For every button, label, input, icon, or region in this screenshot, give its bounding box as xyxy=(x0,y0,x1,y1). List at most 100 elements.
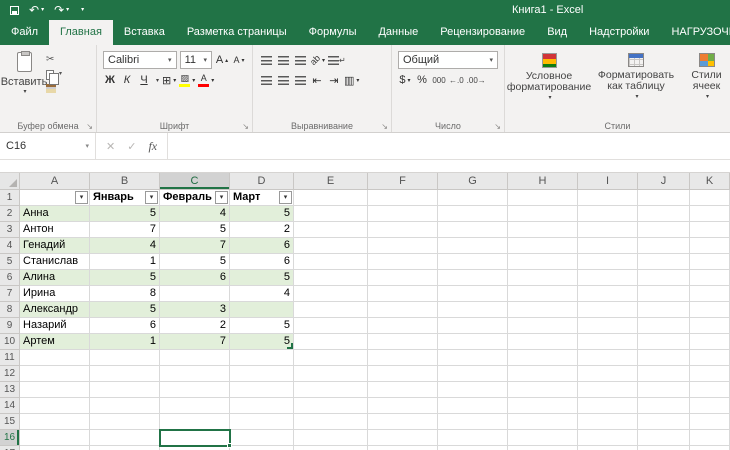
cell-E5[interactable] xyxy=(294,254,368,270)
cell-B15[interactable] xyxy=(90,414,160,430)
cell-C13[interactable] xyxy=(160,382,230,398)
cell-F5[interactable] xyxy=(368,254,438,270)
cell-C11[interactable] xyxy=(160,350,230,366)
cell-G12[interactable] xyxy=(438,366,508,382)
cell-F2[interactable] xyxy=(368,206,438,222)
cell-F10[interactable] xyxy=(368,334,438,350)
column-header-G[interactable]: G xyxy=(438,173,508,190)
tab-data[interactable]: Данные xyxy=(367,20,429,45)
format-as-table-button[interactable]: Форматировать как таблицу ▾ xyxy=(591,48,681,118)
cell-K7[interactable] xyxy=(690,286,730,302)
column-header-D[interactable]: D xyxy=(230,173,294,190)
decrease-decimal-icon[interactable]: .00→ xyxy=(467,72,486,89)
cell-C2[interactable]: 4 xyxy=(160,206,230,222)
decrease-indent-icon[interactable]: ⇤ xyxy=(310,72,324,89)
cell-J17[interactable] xyxy=(638,446,690,450)
filter-icon[interactable]: ▾ xyxy=(75,191,88,204)
column-header-I[interactable]: I xyxy=(578,173,638,190)
cell-D12[interactable] xyxy=(230,366,294,382)
number-dialog-launcher-icon[interactable]: ↘ xyxy=(494,122,501,131)
filter-icon[interactable]: ▾ xyxy=(215,191,228,204)
cell-A12[interactable] xyxy=(20,366,90,382)
save-icon[interactable] xyxy=(5,6,24,15)
cell-J4[interactable] xyxy=(638,238,690,254)
cell-J11[interactable] xyxy=(638,350,690,366)
cell-K3[interactable] xyxy=(690,222,730,238)
column-header-J[interactable]: J xyxy=(638,173,690,190)
cell-B17[interactable] xyxy=(90,446,160,450)
cell-A9[interactable]: Назарий xyxy=(20,318,90,334)
cell-J3[interactable] xyxy=(638,222,690,238)
column-header-C[interactable]: C xyxy=(160,173,230,190)
font-color-icon[interactable]: А▾ xyxy=(198,72,214,89)
cell-G2[interactable] xyxy=(438,206,508,222)
cell-G7[interactable] xyxy=(438,286,508,302)
cell-G17[interactable] xyxy=(438,446,508,450)
cell-D6[interactable]: 5 xyxy=(230,270,294,286)
cell-E15[interactable] xyxy=(294,414,368,430)
cell-F15[interactable] xyxy=(368,414,438,430)
cell-A8[interactable]: Александр xyxy=(20,302,90,318)
font-dialog-launcher-icon[interactable]: ↘ xyxy=(242,122,249,131)
cell-F17[interactable] xyxy=(368,446,438,450)
align-center-icon[interactable] xyxy=(276,72,290,89)
cancel-icon[interactable]: ✕ xyxy=(106,140,115,153)
cell-F11[interactable] xyxy=(368,350,438,366)
cell-G11[interactable] xyxy=(438,350,508,366)
cell-E4[interactable] xyxy=(294,238,368,254)
cell-I8[interactable] xyxy=(578,302,638,318)
customize-quick-access-icon[interactable]: ▾ xyxy=(74,0,89,20)
cell-B14[interactable] xyxy=(90,398,160,414)
cell-B4[interactable]: 4 xyxy=(90,238,160,254)
cell-H5[interactable] xyxy=(508,254,578,270)
cell-I14[interactable] xyxy=(578,398,638,414)
cell-F9[interactable] xyxy=(368,318,438,334)
cell-I2[interactable] xyxy=(578,206,638,222)
align-left-icon[interactable] xyxy=(259,72,273,89)
cell-I4[interactable] xyxy=(578,238,638,254)
cell-A6[interactable]: Алина xyxy=(20,270,90,286)
cell-H12[interactable] xyxy=(508,366,578,382)
cell-B9[interactable]: 6 xyxy=(90,318,160,334)
cell-E14[interactable] xyxy=(294,398,368,414)
cell-J16[interactable] xyxy=(638,430,690,446)
row-header-5[interactable]: 5 xyxy=(0,254,20,270)
cell-B13[interactable] xyxy=(90,382,160,398)
cell-A3[interactable]: Антон xyxy=(20,222,90,238)
cell-B2[interactable]: 5 xyxy=(90,206,160,222)
row-header-11[interactable]: 11 xyxy=(0,350,20,366)
cell-C1[interactable]: Февраль▾ xyxy=(160,190,230,206)
cell-I16[interactable] xyxy=(578,430,638,446)
cell-H15[interactable] xyxy=(508,414,578,430)
cell-I10[interactable] xyxy=(578,334,638,350)
cell-E17[interactable] xyxy=(294,446,368,450)
cell-A17[interactable] xyxy=(20,446,90,450)
column-header-E[interactable]: E xyxy=(294,173,368,190)
row-header-6[interactable]: 6 xyxy=(0,270,20,286)
cell-J7[interactable] xyxy=(638,286,690,302)
align-bottom-icon[interactable] xyxy=(293,52,307,69)
row-header-16[interactable]: 16 xyxy=(0,430,20,446)
cell-E7[interactable] xyxy=(294,286,368,302)
cell-D4[interactable]: 6 xyxy=(230,238,294,254)
cell-H14[interactable] xyxy=(508,398,578,414)
cell-styles-button[interactable]: Стили ячеек ▾ xyxy=(681,48,730,118)
italic-button[interactable]: К xyxy=(120,72,134,89)
bold-button[interactable]: Ж xyxy=(103,72,117,89)
cell-I5[interactable] xyxy=(578,254,638,270)
cell-F3[interactable] xyxy=(368,222,438,238)
filter-icon[interactable]: ▾ xyxy=(145,191,158,204)
cell-E11[interactable] xyxy=(294,350,368,366)
cell-E13[interactable] xyxy=(294,382,368,398)
copy-icon[interactable]: ▾ xyxy=(46,69,62,80)
tab-view[interactable]: Вид xyxy=(536,20,578,45)
tab-formulas[interactable]: Формулы xyxy=(298,20,368,45)
cell-F4[interactable] xyxy=(368,238,438,254)
cell-J14[interactable] xyxy=(638,398,690,414)
cell-G16[interactable] xyxy=(438,430,508,446)
insert-function-icon[interactable]: fx xyxy=(148,139,157,154)
cell-G8[interactable] xyxy=(438,302,508,318)
increase-indent-icon[interactable]: ⇥ xyxy=(327,72,341,89)
cell-A10[interactable]: Артем xyxy=(20,334,90,350)
increase-decimal-icon[interactable]: ←.0 xyxy=(449,72,464,89)
